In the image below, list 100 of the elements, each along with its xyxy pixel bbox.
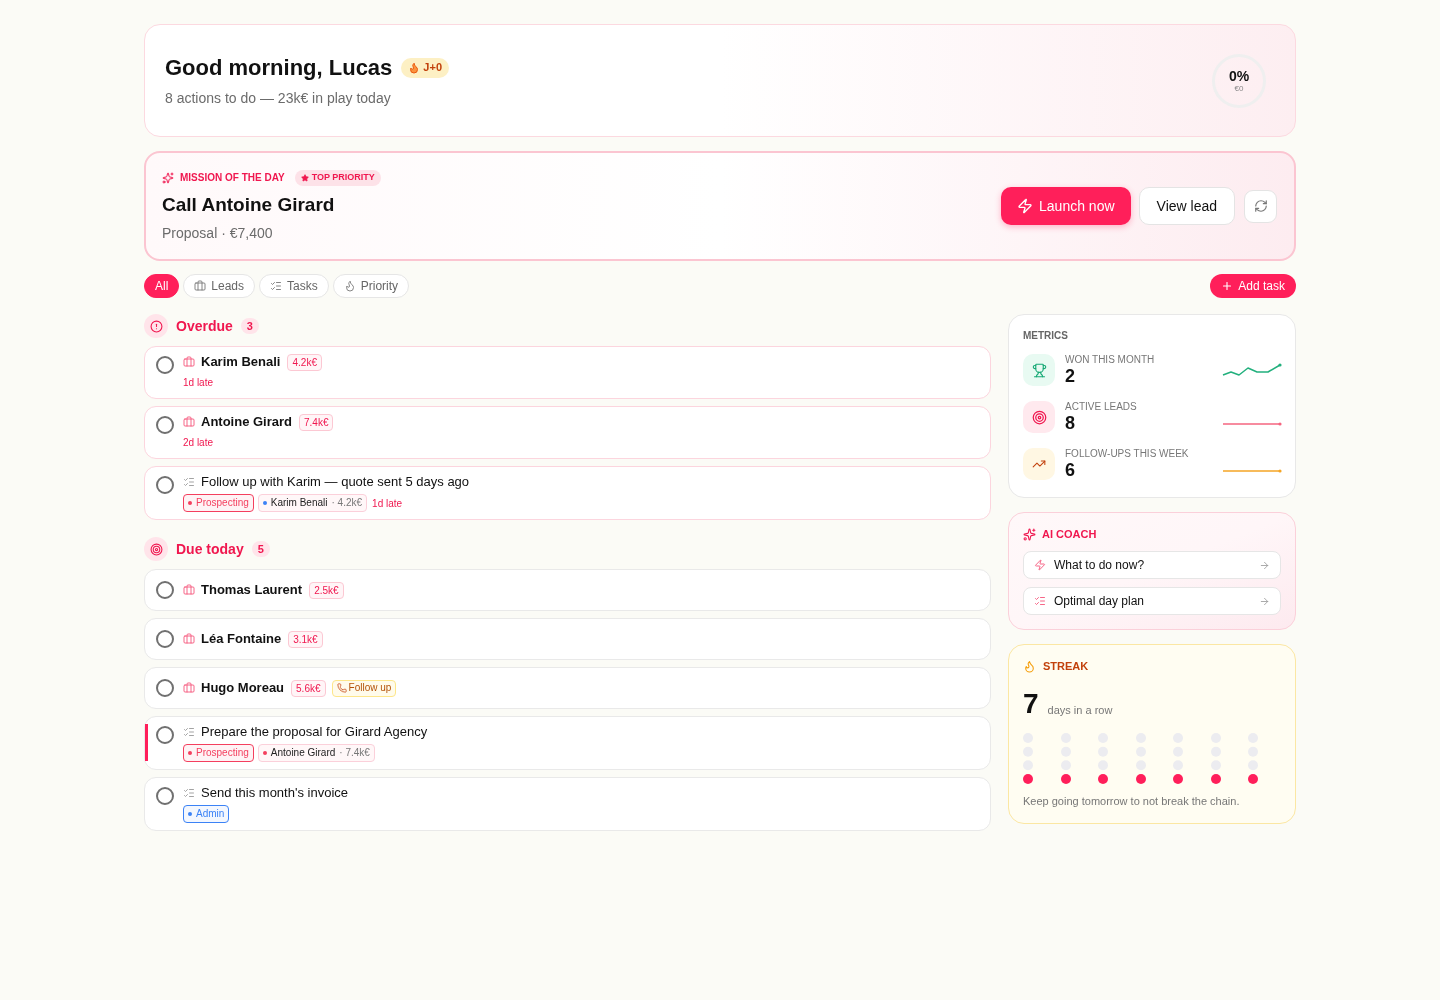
sparkline — [1222, 422, 1282, 426]
late-text: 2d late — [183, 436, 214, 450]
briefcase-icon — [183, 416, 195, 428]
target-icon — [144, 537, 168, 561]
filter-tab[interactable]: Tasks — [259, 274, 329, 298]
streak-title: STREAK — [1043, 658, 1089, 674]
priority-badge-text: TOP PRIORITY — [311, 170, 375, 184]
task-title: Follow up with Karim — quote sent 5 days ago — [201, 473, 470, 492]
arrow-right-icon — [1259, 559, 1270, 571]
summary-text: 8 actions to do — 23k€ in play today — [165, 88, 391, 108]
lead-name: Antoine Girard — [201, 413, 292, 432]
amount-tag: 2.5k€ — [309, 581, 344, 599]
metric-value: 6 — [1065, 460, 1075, 480]
amount-tag: 4.2k€ — [287, 353, 322, 371]
tag-amount: · 7.4k€ — [339, 747, 370, 759]
alert-icon — [144, 314, 168, 338]
tag-label: Prospecting — [196, 747, 249, 759]
sparkles-icon — [162, 171, 174, 184]
flame-icon — [1023, 659, 1036, 673]
add-task-button[interactable]: Add task — [1210, 274, 1296, 298]
list-check-icon — [183, 726, 195, 738]
checkbox[interactable] — [156, 476, 174, 494]
checkbox[interactable] — [156, 726, 174, 744]
briefcase-icon — [183, 682, 195, 694]
streak-unit: days in a row — [1047, 703, 1113, 717]
list-check-icon — [183, 476, 195, 488]
list-check-icon — [270, 280, 283, 292]
tag-amount: · 4.2k€ — [331, 497, 363, 509]
task-card[interactable]: Léa Fontaine 3.1k€ — [144, 618, 991, 660]
metric-value: 2 — [1065, 366, 1075, 386]
task-card[interactable]: Antoine Girard 7.4k€ 2d late — [144, 406, 991, 459]
tag-label: Karim Benali — [270, 497, 328, 509]
streak-badge-text: J+0 — [423, 60, 442, 76]
refresh-icon — [1253, 199, 1268, 213]
filter-tab[interactable]: Priority — [332, 274, 410, 298]
progress-percent: 0% — [1228, 67, 1250, 84]
section-title: Due today — [176, 539, 244, 559]
plus-icon — [1221, 280, 1234, 292]
task-card[interactable]: Prepare the proposal for Girard Agency Prospecting Antoine Girard · 7.4k€ — [144, 716, 991, 770]
greeting-title: Good morning, Lucas — [165, 53, 393, 82]
sparkles-icon — [1023, 527, 1036, 541]
lightning-icon — [1017, 198, 1034, 214]
amount-tag: 5.6k€ — [291, 679, 326, 697]
streak-count: 7 — [1023, 689, 1039, 719]
checkbox[interactable] — [156, 679, 174, 697]
task-card[interactable]: Karim Benali 4.2k€ 1d late — [144, 346, 991, 399]
refresh-button[interactable] — [1244, 189, 1277, 223]
tag-label: Antoine Girard — [270, 747, 336, 759]
task-card[interactable]: Follow up with Karim — quote sent 5 days ago Prospecting Karim Benali · 4.2k€ 1d late — [144, 466, 991, 520]
coach-action-button[interactable]: What to do now? — [1023, 551, 1281, 579]
sparkline — [1222, 469, 1282, 473]
lightning-icon — [1034, 559, 1046, 571]
count-badge: 5 — [251, 541, 270, 557]
flame-icon — [343, 280, 356, 292]
checkbox[interactable] — [156, 356, 174, 374]
checkbox[interactable] — [156, 581, 174, 599]
mission-detail: Proposal · €7,400 — [162, 223, 273, 243]
progress-amount: €0 — [1234, 83, 1244, 94]
briefcase-icon — [183, 584, 195, 596]
lead-name: Thomas Laurent — [201, 581, 303, 600]
phone-icon — [336, 683, 347, 693]
coach-title: AI COACH — [1042, 526, 1097, 542]
mission-title: Call Antoine Girard — [162, 192, 335, 217]
checkbox[interactable] — [156, 787, 174, 805]
late-text: 1d late — [183, 376, 214, 390]
filter-tab[interactable]: All — [144, 274, 180, 298]
metrics-title: METRICS — [1023, 330, 1068, 342]
lead-name: Léa Fontaine — [201, 630, 282, 649]
lead-name: Karim Benali — [201, 353, 281, 372]
task-card[interactable]: Send this month's invoice Admin — [144, 777, 991, 831]
view-lead-button[interactable]: View lead — [1138, 187, 1235, 225]
list-check-icon — [1034, 595, 1046, 607]
star-icon — [300, 173, 309, 182]
count-badge: 3 — [240, 318, 259, 334]
launch-button[interactable]: Launch now — [1001, 187, 1131, 225]
metric-value: 8 — [1065, 413, 1075, 433]
list-check-icon — [183, 787, 195, 799]
tag-label: Prospecting — [196, 497, 249, 509]
flame-icon — [408, 61, 421, 74]
amount-tag: 7.4k€ — [299, 413, 334, 431]
trending-up-icon — [1023, 448, 1055, 480]
checkbox[interactable] — [156, 416, 174, 434]
lead-name: Hugo Moreau — [201, 679, 285, 698]
mission-label: MISSION OF THE DAY — [180, 171, 285, 185]
streak-note: Keep going tomorrow to not break the chain. — [1023, 794, 1240, 808]
briefcase-icon — [194, 280, 207, 292]
sparkline — [1222, 363, 1282, 377]
briefcase-icon — [183, 633, 195, 645]
metric-label: FOLLOW-UPS THIS WEEK — [1065, 448, 1189, 460]
metric-label: WON THIS MONTH — [1065, 354, 1155, 366]
coach-action-button[interactable]: Optimal day plan — [1023, 587, 1281, 615]
tag-label: Admin — [196, 808, 225, 820]
filter-tab[interactable]: Leads — [183, 274, 256, 298]
follow-up-text: Follow up — [348, 682, 392, 694]
task-title: Prepare the proposal for Girard Agency — [201, 723, 428, 742]
trophy-icon — [1023, 354, 1055, 386]
task-card[interactable]: Thomas Laurent 2.5k€ — [144, 569, 991, 611]
amount-tag: 3.1k€ — [288, 630, 323, 648]
task-card[interactable]: Hugo Moreau 5.6k€ Follow up — [144, 667, 991, 709]
checkbox[interactable] — [156, 630, 174, 648]
